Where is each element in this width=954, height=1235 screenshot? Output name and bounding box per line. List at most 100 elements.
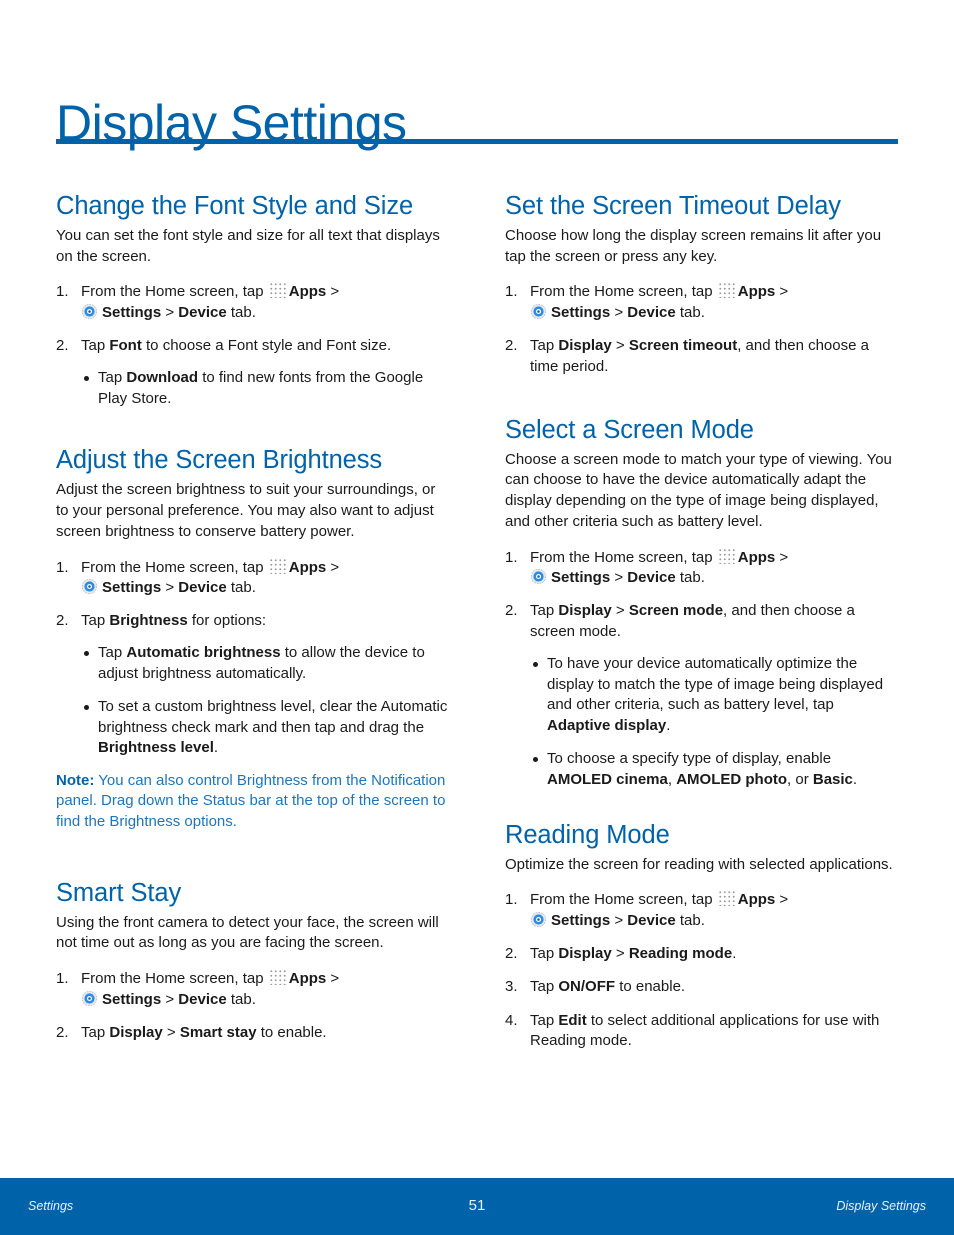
- section-intro: Choose how long the display screen remai…: [505, 227, 882, 265]
- step-text: Tap: [81, 337, 110, 355]
- step-number: 2.: [56, 1024, 69, 1042]
- bullet-item: To have your device automatically optimi…: [530, 654, 900, 737]
- device-label: Device: [627, 911, 676, 929]
- step-text: From the Home screen, tap: [530, 283, 717, 301]
- bullet-text: ,: [667, 770, 677, 788]
- bullet-text: .: [666, 716, 671, 734]
- separator: >: [161, 579, 179, 597]
- step-number: 1.: [505, 548, 518, 566]
- bullet-bold: AMOLED photo: [676, 770, 788, 788]
- section-screen-mode: Select a Screen Mode Choose a screen mod…: [505, 414, 900, 791]
- step-number: 3.: [505, 978, 518, 996]
- apps-label: Apps: [288, 970, 327, 988]
- step-bold: Edit: [558, 1011, 587, 1029]
- step-bold: Display: [558, 945, 612, 963]
- separator: >: [326, 558, 340, 576]
- section-intro: Adjust the screen brightness to suit you…: [56, 481, 436, 540]
- step-text: tab.: [675, 304, 705, 322]
- section-screen-timeout: Set the Screen Timeout Delay Choose how …: [505, 190, 900, 378]
- bullet-text: To have your device automatically optimi…: [547, 654, 884, 714]
- section-brightness: Adjust the Screen Brightness Adjust the …: [56, 444, 451, 832]
- apps-grid-icon: [717, 547, 736, 564]
- separator: >: [775, 891, 789, 909]
- step-bold: Display: [558, 602, 612, 620]
- bullet-bold: Download: [126, 369, 199, 387]
- step-text: Tap: [530, 602, 559, 620]
- bullet-bold: AMOLED cinema: [547, 770, 668, 788]
- bullet-text: .: [852, 770, 858, 788]
- apps-label: Apps: [288, 283, 327, 301]
- step-text: From the Home screen, tap: [81, 970, 268, 988]
- step-text: Tap: [530, 978, 559, 996]
- settings-label: Settings: [102, 304, 162, 322]
- step-bold: Display: [109, 1024, 163, 1042]
- step-item: 1. From the Home screen, tap Apps > Sett…: [56, 557, 451, 599]
- bullet-item: To choose a specify type of display, ena…: [530, 749, 900, 790]
- step-number: 1.: [56, 283, 69, 301]
- step-number: 2.: [56, 337, 69, 355]
- apps-grid-icon: [717, 282, 736, 299]
- step-bold: Smart stay: [179, 1024, 257, 1042]
- step-text: From the Home screen, tap: [81, 558, 268, 576]
- apps-grid-icon: [268, 282, 287, 299]
- bullet-list: To have your device automatically optimi…: [530, 654, 900, 791]
- separator: >: [775, 283, 789, 301]
- title-divider: [56, 139, 898, 144]
- step-bold: Font: [109, 337, 142, 355]
- device-label: Device: [178, 304, 227, 322]
- step-number: 2.: [505, 945, 518, 963]
- apps-label: Apps: [737, 891, 776, 909]
- step-text: .: [732, 945, 737, 963]
- settings-gear-icon: [81, 990, 98, 1007]
- step-text: Tap: [530, 337, 559, 355]
- section-font-style: Change the Font Style and Size You can s…: [56, 190, 451, 409]
- step-text: tab.: [226, 304, 256, 322]
- step-item: 2. Tap Display > Screen mode, and then c…: [505, 601, 900, 790]
- bullet-text: Tap: [98, 369, 127, 387]
- steps-list: 1. From the Home screen, tap Apps > Sett…: [505, 547, 900, 791]
- step-text: From the Home screen, tap: [530, 891, 717, 909]
- step-item: 2. Tap Display > Reading mode.: [505, 944, 900, 965]
- separator: >: [775, 548, 789, 566]
- settings-gear-icon: [81, 579, 98, 595]
- apps-label: Apps: [737, 283, 776, 301]
- step-text: to enable.: [615, 978, 686, 996]
- bullet-text: To choose a specify type of display, ena…: [547, 750, 832, 768]
- settings-gear-icon: [530, 303, 547, 320]
- bullet-text: , or: [787, 770, 813, 788]
- settings-label: Settings: [551, 911, 611, 929]
- bullet-item: Tap Download to find new fonts from the …: [81, 368, 451, 409]
- step-text: Tap: [81, 1024, 110, 1042]
- step-number: 1.: [56, 558, 69, 576]
- note-label: Note:: [56, 771, 95, 789]
- device-label: Device: [627, 304, 676, 322]
- section-heading: Change the Font Style and Size: [56, 192, 414, 220]
- separator: >: [326, 283, 340, 301]
- apps-grid-icon: [268, 969, 287, 986]
- step-item: 2. Tap Font to choose a Font style and F…: [56, 336, 451, 409]
- step-text: for options:: [187, 612, 267, 630]
- bullet-bold: Basic: [812, 770, 853, 788]
- device-label: Device: [178, 579, 227, 597]
- section-intro: Optimize the screen for reading with sel…: [505, 855, 893, 873]
- step-text: Tap: [530, 945, 559, 963]
- step-item: 1. From the Home screen, tap Apps > Sett…: [505, 547, 900, 589]
- device-label: Device: [178, 990, 227, 1008]
- step-item: 4. Tap Edit to select additional applica…: [505, 1011, 900, 1052]
- step-item: 2. Tap Brightness for options: Tap Autom…: [56, 611, 451, 759]
- step-bold: Screen mode: [628, 602, 724, 620]
- apps-grid-icon: [717, 890, 736, 907]
- step-item: 1. From the Home screen, tap Apps > Sett…: [505, 282, 900, 323]
- bullet-bold: Brightness level: [98, 739, 214, 757]
- settings-gear-icon: [81, 303, 98, 320]
- right-column: Set the Screen Timeout Delay Choose how …: [505, 190, 900, 1064]
- step-bold: ON/OFF: [558, 978, 616, 996]
- bullet-list: Tap Download to find new fonts from the …: [81, 368, 451, 409]
- step-bold: Screen timeout: [628, 337, 738, 355]
- section-heading: Smart Stay: [56, 878, 182, 907]
- apps-grid-icon: [268, 557, 287, 574]
- step-item: 1. From the Home screen, tap Apps > Sett…: [56, 282, 451, 323]
- step-number: 1.: [505, 283, 518, 301]
- step-number: 2.: [505, 602, 518, 620]
- bullet-text: To set a custom brightness level, clear …: [98, 698, 448, 736]
